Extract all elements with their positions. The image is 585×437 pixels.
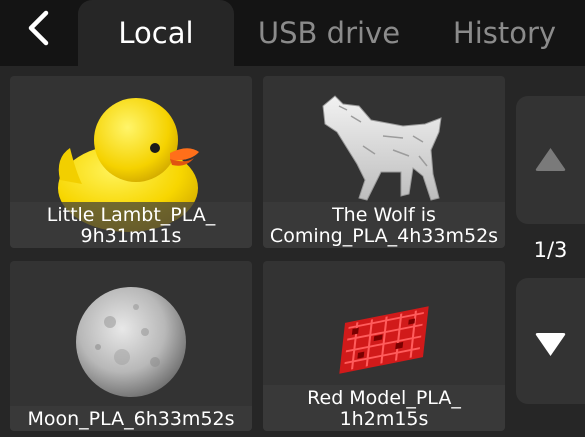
file-name: Little Lambt_PLA_ 9h31m11s <box>10 202 252 248</box>
file-card[interactable]: Little Lambt_PLA_ 9h31m11s <box>10 76 252 248</box>
file-name: Red Model_PLA_ 1h2m15s <box>263 385 505 431</box>
header-bar: Local USB drive History <box>0 0 585 66</box>
file-card[interactable]: Red Model_PLA_ 1h2m15s <box>263 261 505 431</box>
tab-usb-drive[interactable]: USB drive <box>234 0 424 66</box>
page-indicator: 1/3 <box>533 238 568 262</box>
back-button[interactable] <box>0 0 78 66</box>
triangle-up-icon <box>535 148 566 171</box>
file-name: Moon_PLA_6h33m52s <box>10 406 252 431</box>
tab-local[interactable]: Local <box>78 0 234 66</box>
triangle-down-icon <box>535 333 566 356</box>
tab-history[interactable]: History <box>424 0 585 66</box>
page-up-button[interactable] <box>516 96 585 224</box>
file-card[interactable]: The Wolf is Coming_PLA_4h33m52s <box>263 76 505 248</box>
chevron-left-icon <box>28 10 49 46</box>
page-down-button[interactable] <box>516 278 585 404</box>
file-name: The Wolf is Coming_PLA_4h33m52s <box>263 202 505 248</box>
file-card[interactable]: Moon_PLA_6h33m52s <box>10 261 252 431</box>
